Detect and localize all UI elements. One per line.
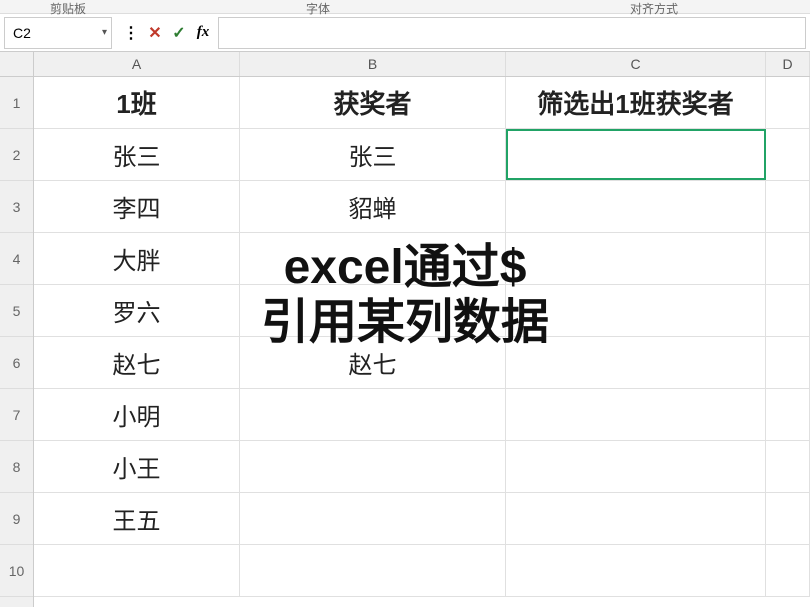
- table-row: 1班 获奖者 筛选出1班获奖者: [34, 77, 810, 129]
- row-header[interactable]: 3: [0, 181, 33, 233]
- col-header[interactable]: D: [766, 52, 810, 76]
- cell-b7[interactable]: [240, 389, 506, 440]
- select-all-corner[interactable]: [0, 52, 33, 77]
- col-header[interactable]: A: [34, 52, 240, 76]
- cell-d6[interactable]: [766, 337, 810, 388]
- cancel-icon[interactable]: ✕: [146, 23, 164, 43]
- cell-a2[interactable]: 张三: [34, 129, 240, 180]
- cell-a1[interactable]: 1班: [34, 77, 240, 128]
- ribbon-label-clipboard: 剪贴板: [30, 0, 106, 13]
- table-row: 罗六: [34, 285, 810, 337]
- row-header[interactable]: 6: [0, 337, 33, 389]
- check-icon[interactable]: ✓: [170, 23, 188, 43]
- cell-a9[interactable]: 王五: [34, 493, 240, 544]
- cell-d8[interactable]: [766, 441, 810, 492]
- cell-d10[interactable]: [766, 545, 810, 596]
- table-row: 张三 张三: [34, 129, 810, 181]
- cell-a8[interactable]: 小王: [34, 441, 240, 492]
- cell-c8[interactable]: [506, 441, 766, 492]
- col-header[interactable]: B: [240, 52, 506, 76]
- cell-c10[interactable]: [506, 545, 766, 596]
- row-header[interactable]: 7: [0, 389, 33, 441]
- cell-c3[interactable]: [506, 181, 766, 232]
- ribbon-label-alignment: 对齐方式: [610, 0, 698, 13]
- name-box[interactable]: C2 ▾: [4, 17, 112, 49]
- table-row: 大胖: [34, 233, 810, 285]
- table-row: 王五: [34, 493, 810, 545]
- cell-c9[interactable]: [506, 493, 766, 544]
- table-row: 李四 貂蝉: [34, 181, 810, 233]
- cell-b1[interactable]: 获奖者: [240, 77, 506, 128]
- cell-a6[interactable]: 赵七: [34, 337, 240, 388]
- cell-c4[interactable]: [506, 233, 766, 284]
- table-row: [34, 545, 810, 597]
- cell-b10[interactable]: [240, 545, 506, 596]
- cell-a5[interactable]: 罗六: [34, 285, 240, 336]
- grid-body: 1班 获奖者 筛选出1班获奖者 张三 张三 李四 貂蝉 大胖: [34, 77, 810, 607]
- cell-d3[interactable]: [766, 181, 810, 232]
- chevron-down-icon[interactable]: ▾: [102, 27, 107, 38]
- cell-c1[interactable]: 筛选出1班获奖者: [506, 77, 766, 128]
- row-header[interactable]: 1: [0, 77, 33, 129]
- row-headers: 1 2 3 4 5 6 7 8 9 10: [0, 52, 34, 607]
- cell-c5[interactable]: [506, 285, 766, 336]
- cell-b3[interactable]: 貂蝉: [240, 181, 506, 232]
- cell-b5[interactable]: [240, 285, 506, 336]
- row-header[interactable]: 2: [0, 129, 33, 181]
- cell-b4[interactable]: [240, 233, 506, 284]
- formula-bar-icons: ⋮ ✕ ✓ fx: [116, 23, 218, 43]
- row-header[interactable]: 10: [0, 545, 33, 597]
- ribbon-group-labels: 剪贴板 字体 对齐方式: [0, 0, 810, 14]
- cell-c7[interactable]: [506, 389, 766, 440]
- formula-input[interactable]: [218, 17, 806, 49]
- cell-c6[interactable]: [506, 337, 766, 388]
- col-header[interactable]: C: [506, 52, 766, 76]
- grid-main: A B C D 1班 获奖者 筛选出1班获奖者 张三 张三 李四 貂蝉: [34, 52, 810, 607]
- cell-d9[interactable]: [766, 493, 810, 544]
- cell-d1[interactable]: [766, 77, 810, 128]
- cell-b2[interactable]: 张三: [240, 129, 506, 180]
- cell-a3[interactable]: 李四: [34, 181, 240, 232]
- cell-c2[interactable]: [506, 129, 766, 180]
- formula-bar: C2 ▾ ⋮ ✕ ✓ fx: [0, 14, 810, 52]
- cell-d5[interactable]: [766, 285, 810, 336]
- row-header[interactable]: 9: [0, 493, 33, 545]
- table-row: 赵七 赵七: [34, 337, 810, 389]
- dots-icon[interactable]: ⋮: [122, 23, 140, 43]
- fx-icon[interactable]: fx: [194, 24, 212, 41]
- column-headers: A B C D: [34, 52, 810, 77]
- row-header[interactable]: 4: [0, 233, 33, 285]
- cell-b6[interactable]: 赵七: [240, 337, 506, 388]
- cell-a7[interactable]: 小明: [34, 389, 240, 440]
- row-header[interactable]: 5: [0, 285, 33, 337]
- cell-b9[interactable]: [240, 493, 506, 544]
- cell-d2[interactable]: [766, 129, 810, 180]
- table-row: 小王: [34, 441, 810, 493]
- row-header[interactable]: 8: [0, 441, 33, 493]
- table-row: 小明: [34, 389, 810, 441]
- cell-d7[interactable]: [766, 389, 810, 440]
- name-box-value: C2: [13, 25, 31, 41]
- spreadsheet-area: 1 2 3 4 5 6 7 8 9 10 A B C D 1班 获奖者 筛选出1…: [0, 52, 810, 607]
- cell-b8[interactable]: [240, 441, 506, 492]
- cell-a10[interactable]: [34, 545, 240, 596]
- cell-d4[interactable]: [766, 233, 810, 284]
- cell-a4[interactable]: 大胖: [34, 233, 240, 284]
- ribbon-label-font: 字体: [286, 0, 350, 13]
